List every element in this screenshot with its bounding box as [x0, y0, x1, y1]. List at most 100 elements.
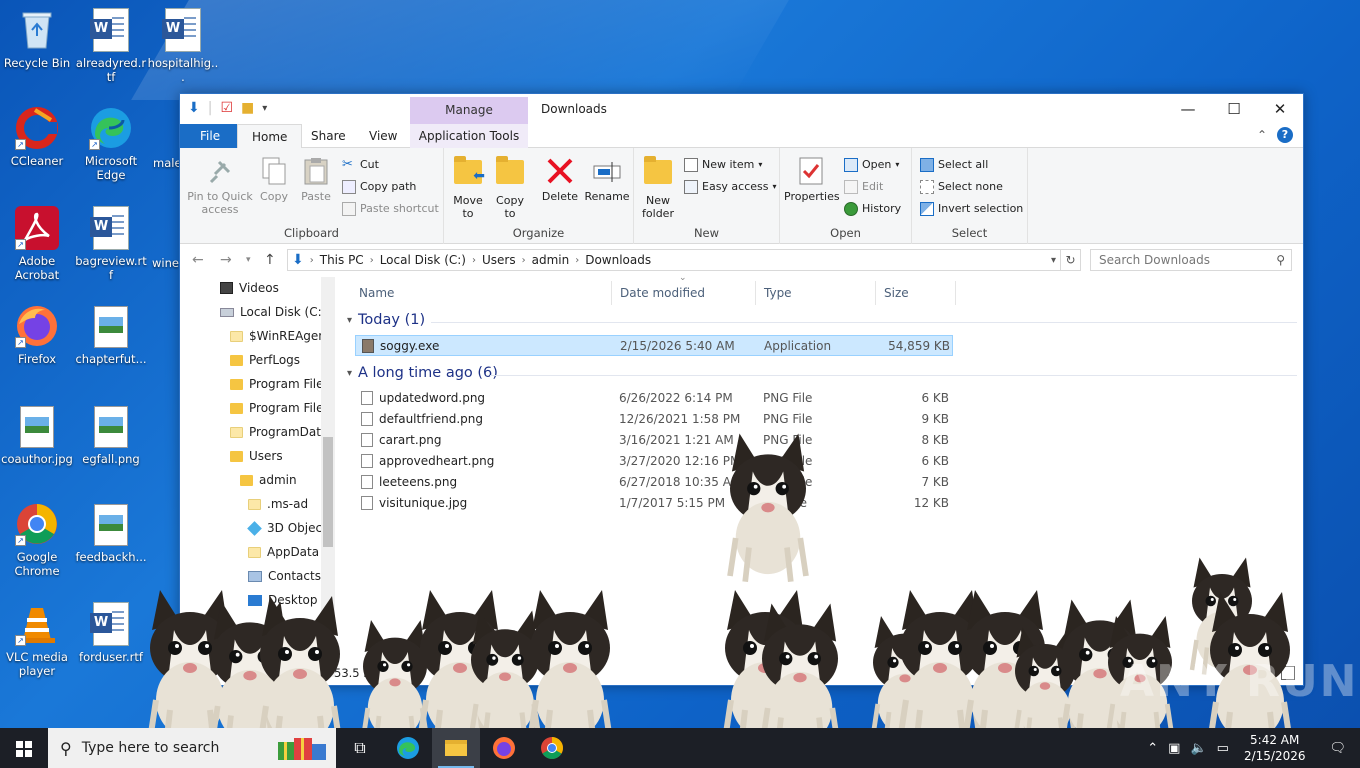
- table-row[interactable]: carart.png 3/16/2021 1:21 AM PNG File 8 …: [355, 430, 953, 451]
- nav-item-ms-ad[interactable]: .ms-ad: [248, 493, 308, 515]
- open-button[interactable]: Open ▾: [844, 156, 899, 174]
- column-header-date-modified[interactable]: Date modified: [612, 281, 756, 305]
- file-list[interactable]: Name Date modified Type Size ⌄ ▾ Today (…: [345, 273, 1300, 667]
- desktop-icon-google-chrome[interactable]: ↗ Google Chrome: [0, 502, 74, 578]
- desktop-icon-hospitalhig[interactable]: W hospitalhig...: [146, 8, 220, 84]
- taskbar-edge[interactable]: [384, 728, 432, 768]
- group-header-long-time-ago[interactable]: ▾ A long time ago (6): [347, 365, 498, 381]
- copy-to-button[interactable]: Copy to: [490, 156, 530, 220]
- taskbar-clock[interactable]: 5:42 AM 2/15/2026: [1234, 732, 1316, 764]
- copy-button[interactable]: Copy: [256, 156, 292, 203]
- table-row[interactable]: approvedheart.png 3/27/2020 12:16 PM PNG…: [355, 451, 953, 472]
- desktop-icon-adobe-acrobat[interactable]: ↗ Adobe Acrobat: [0, 206, 74, 282]
- back-arrow-icon[interactable]: ←: [192, 252, 204, 268]
- table-row[interactable]: visitunique.jpg 1/7/2017 5:15 PM JPG Fil…: [355, 493, 953, 514]
- column-header-name[interactable]: Name: [351, 281, 612, 305]
- desktop-icon-firefox[interactable]: ↗ Firefox: [0, 304, 74, 366]
- search-highlight-gifts-icon[interactable]: [274, 734, 330, 762]
- up-arrow-icon[interactable]: ↑: [264, 252, 276, 268]
- taskbar-chrome[interactable]: [528, 728, 576, 768]
- nav-item-contacts[interactable]: Contacts: [248, 565, 321, 587]
- cut-button[interactable]: ✂ Cut: [342, 156, 379, 174]
- breadcrumb-local-disk[interactable]: Local Disk (C:): [380, 253, 466, 267]
- tab-share[interactable]: Share: [297, 124, 360, 148]
- desktop-icon-coauthor-jpg[interactable]: coauthor.jpg: [0, 406, 74, 466]
- nav-item-program-files-x86[interactable]: Program Files: [230, 397, 330, 419]
- title-bar[interactable]: ⬇ | ☑ ■ ▾ Manage Downloads — ☐ ✕: [180, 94, 1303, 124]
- column-header-size[interactable]: Size: [876, 281, 956, 305]
- minimize-button[interactable]: —: [1165, 94, 1211, 124]
- edit-button[interactable]: Edit: [844, 178, 883, 196]
- desktop-icon-chapterfut[interactable]: chapterfut...: [74, 306, 148, 366]
- volume-icon[interactable]: 🔈: [1185, 741, 1211, 756]
- nav-item-program-files[interactable]: Program Files: [230, 373, 330, 395]
- breadcrumb-downloads[interactable]: Downloads: [585, 253, 651, 267]
- nav-item-videos[interactable]: Videos: [220, 277, 279, 299]
- move-to-button[interactable]: ⬅ Move to: [448, 156, 488, 220]
- search-input[interactable]: Search Downloads ⚲: [1090, 249, 1292, 271]
- pin-quick-access-button[interactable]: Pin to Quick access: [186, 156, 254, 216]
- rename-button[interactable]: Rename: [584, 156, 630, 203]
- collapse-ribbon-icon[interactable]: ⌃: [1257, 128, 1267, 142]
- tab-home[interactable]: Home: [237, 124, 303, 149]
- desktop-icon-vlc[interactable]: ↗ VLC media player: [0, 602, 74, 678]
- task-view-button[interactable]: ⧉: [336, 728, 384, 768]
- breadcrumb-this-pc[interactable]: This PC: [320, 253, 364, 267]
- copy-path-button[interactable]: Copy path: [342, 178, 416, 196]
- network-icon[interactable]: ▭: [1212, 741, 1234, 756]
- nav-item-appdata[interactable]: AppData: [248, 541, 319, 563]
- file-explorer-window[interactable]: ⬇ | ☑ ■ ▾ Manage Downloads — ☐ ✕ File Ho…: [179, 93, 1304, 686]
- down-arrow-icon[interactable]: ⬇: [188, 100, 200, 116]
- address-dropdown-chevron-icon[interactable]: ▾: [1051, 255, 1056, 266]
- scrollbar-thumb[interactable]: [323, 437, 333, 547]
- table-row[interactable]: soggy.exe 2/15/2026 5:40 AM Application …: [355, 335, 953, 356]
- show-hidden-icons-chevron-icon[interactable]: ⌃: [1142, 741, 1163, 756]
- properties-button[interactable]: Properties: [784, 156, 840, 203]
- desktop-icon-feedbackh[interactable]: feedbackh...: [74, 504, 148, 564]
- delete-button[interactable]: Delete: [538, 156, 582, 203]
- notifications-icon[interactable]: 🗨: [1315, 741, 1360, 756]
- desktop-icon-forduser-rtf[interactable]: W forduser.rtf: [74, 602, 148, 664]
- breadcrumb-users[interactable]: Users: [482, 253, 516, 267]
- chevron-down-icon[interactable]: ▾: [262, 103, 267, 114]
- tab-view[interactable]: View: [355, 124, 411, 148]
- easy-access-button[interactable]: Easy access ▾: [684, 178, 777, 196]
- paste-shortcut-button[interactable]: Paste shortcut: [342, 200, 439, 218]
- nav-item-desktop[interactable]: Desktop: [248, 589, 318, 611]
- help-icon[interactable]: ?: [1277, 127, 1293, 143]
- desktop-icon-bagreview-rtf[interactable]: W bagreview.rtf: [74, 206, 148, 282]
- nav-item-local-disk[interactable]: Local Disk (C:): [220, 301, 326, 323]
- taskbar-search-box[interactable]: ⚲ Type here to search: [48, 728, 336, 768]
- history-button[interactable]: History: [844, 200, 901, 218]
- tab-application-tools[interactable]: Application Tools: [410, 124, 528, 148]
- new-item-button[interactable]: New item ▾: [684, 156, 762, 174]
- column-header-type[interactable]: Type: [756, 281, 876, 305]
- meet-now-icon[interactable]: ▣: [1163, 741, 1185, 756]
- new-folder-icon[interactable]: ■: [241, 100, 254, 116]
- recent-locations-chevron-icon[interactable]: ▾: [246, 255, 251, 265]
- group-header-today[interactable]: ▾ Today (1): [347, 312, 425, 328]
- table-row[interactable]: defaultfriend.png 12/26/2021 1:58 PM PNG…: [355, 409, 953, 430]
- paste-button[interactable]: Paste: [298, 156, 334, 203]
- breadcrumb-admin[interactable]: admin: [532, 253, 570, 267]
- select-none-button[interactable]: Select none: [920, 178, 1003, 196]
- nav-item-admin[interactable]: admin: [240, 469, 297, 491]
- nav-item-users[interactable]: Users: [230, 445, 283, 467]
- desktop-icon-alreadyred-rtf[interactable]: W alreadyred.rtf: [74, 8, 148, 84]
- invert-selection-button[interactable]: Invert selection: [920, 200, 1023, 218]
- select-all-button[interactable]: Select all: [920, 156, 988, 174]
- taskbar-firefox[interactable]: [480, 728, 528, 768]
- table-row[interactable]: updatedword.png 6/26/2022 6:14 PM PNG Fi…: [355, 388, 953, 409]
- start-button[interactable]: [0, 728, 48, 768]
- nav-item-winreagent[interactable]: $WinREAgent: [230, 325, 331, 347]
- navigation-pane[interactable]: Videos Local Disk (C:) $WinREAgent PerfL…: [180, 277, 338, 667]
- refresh-button[interactable]: ↻: [1061, 249, 1081, 271]
- desktop-icon-recycle-bin[interactable]: Recycle Bin: [0, 8, 74, 70]
- new-folder-button[interactable]: New folder: [638, 156, 678, 220]
- properties-check-icon[interactable]: ☑: [220, 100, 233, 116]
- nav-item-programdata[interactable]: ProgramData: [230, 421, 328, 443]
- nav-item-perflogs[interactable]: PerfLogs: [230, 349, 300, 371]
- manage-contextual-tab[interactable]: Manage: [410, 97, 528, 124]
- taskbar-file-explorer[interactable]: [432, 728, 480, 768]
- tab-file[interactable]: File: [180, 124, 241, 148]
